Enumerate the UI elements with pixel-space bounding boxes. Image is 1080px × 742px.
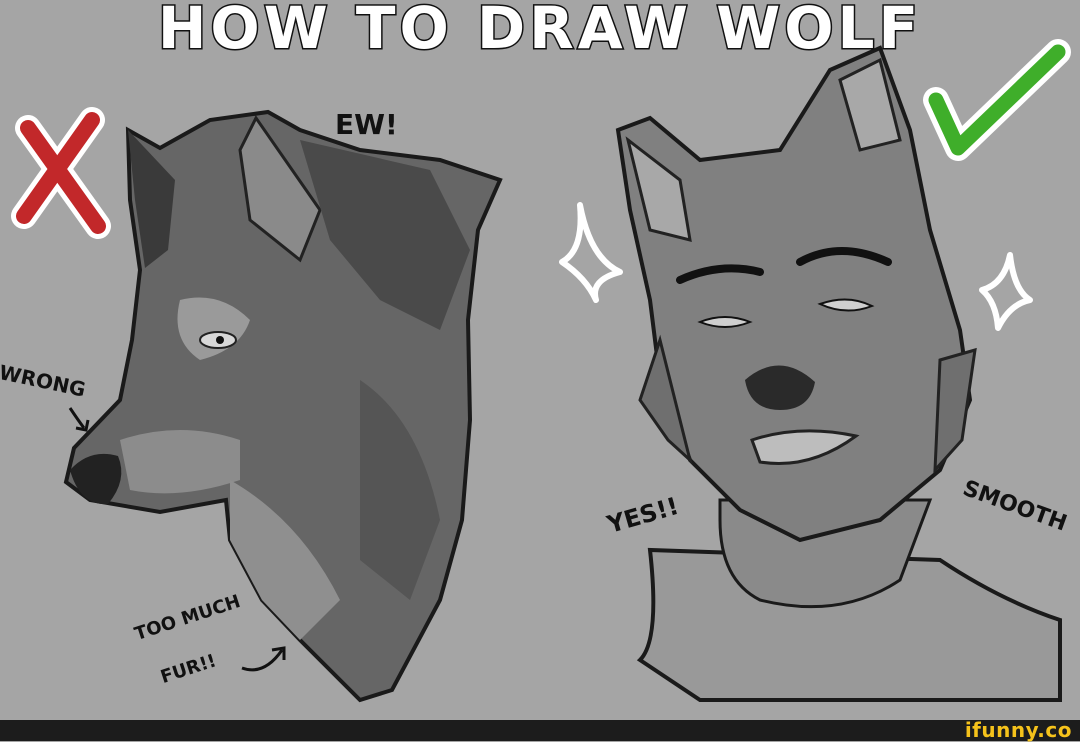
illustration	[11, 39, 1071, 703]
fur-arrow-icon	[241, 646, 286, 672]
meme-canvas: HOW TO DRAW WOLF EW! WRONG TOO MUCH FUR!…	[0, 0, 1080, 720]
wrong-arrow-icon	[68, 407, 90, 432]
brand-watermark: ifunny.co	[964, 718, 1072, 742]
wolf-head-drawing	[63, 109, 503, 703]
cross-icon	[11, 107, 111, 239]
wolfman-drawing	[615, 45, 1062, 702]
page-title: HOW TO DRAW WOLF	[156, 0, 923, 64]
check-icon	[923, 39, 1071, 161]
ew-label: EW!	[335, 108, 398, 141]
watermark-bar: ifunny.co	[0, 718, 1080, 742]
